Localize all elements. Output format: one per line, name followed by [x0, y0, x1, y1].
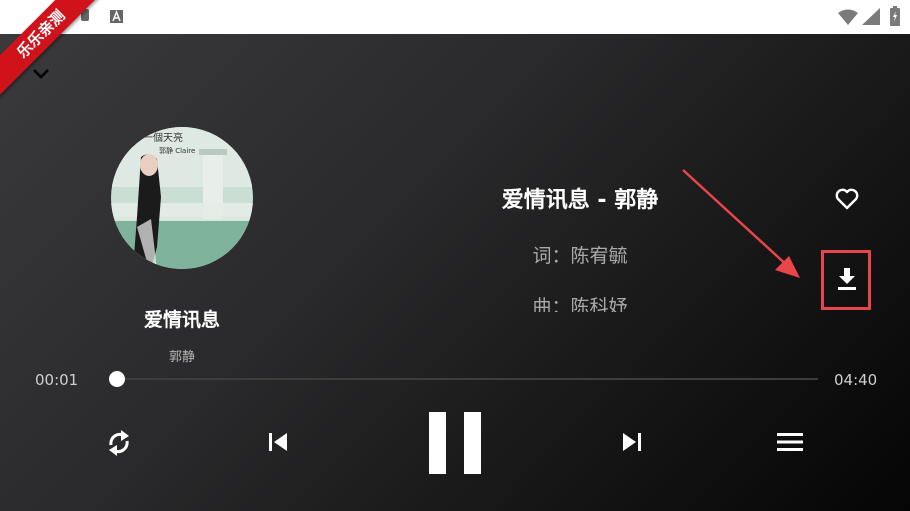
progress-track[interactable] [114, 378, 818, 380]
a-letter-icon [110, 10, 123, 23]
album-cover-subtitle: 郭静 Claire [159, 146, 195, 155]
chevron-down-icon[interactable] [30, 62, 52, 84]
lyric-clip: 曲：陈科妤 [440, 290, 720, 312]
artist-name: 郭静 [168, 350, 195, 365]
repeat-icon[interactable] [105, 427, 133, 459]
skip-previous-icon[interactable] [268, 433, 288, 451]
progress-thumb[interactable] [108, 371, 125, 387]
playlist-icon[interactable] [777, 433, 803, 451]
heart-icon[interactable] [834, 186, 860, 212]
current-time: 00:01 [35, 371, 79, 389]
skip-next-icon[interactable] [622, 433, 642, 451]
lyric-line: 曲：陈科妤 [532, 296, 628, 312]
battery-icon [890, 6, 900, 26]
signal-icon [862, 8, 880, 25]
status-bar [0, 0, 910, 34]
album-cover: 下一個天亮 郭静 Claire [111, 127, 253, 269]
download-icon[interactable] [835, 266, 859, 292]
pause-icon[interactable] [429, 412, 483, 474]
lyric-line: 词：陈宥毓 [532, 245, 628, 267]
song-title: 爱情讯息 [143, 309, 220, 331]
wifi-icon [838, 9, 858, 25]
lyrics-title: 爱情讯息 - 郭静 [501, 188, 659, 213]
total-time: 04:40 [834, 371, 878, 389]
